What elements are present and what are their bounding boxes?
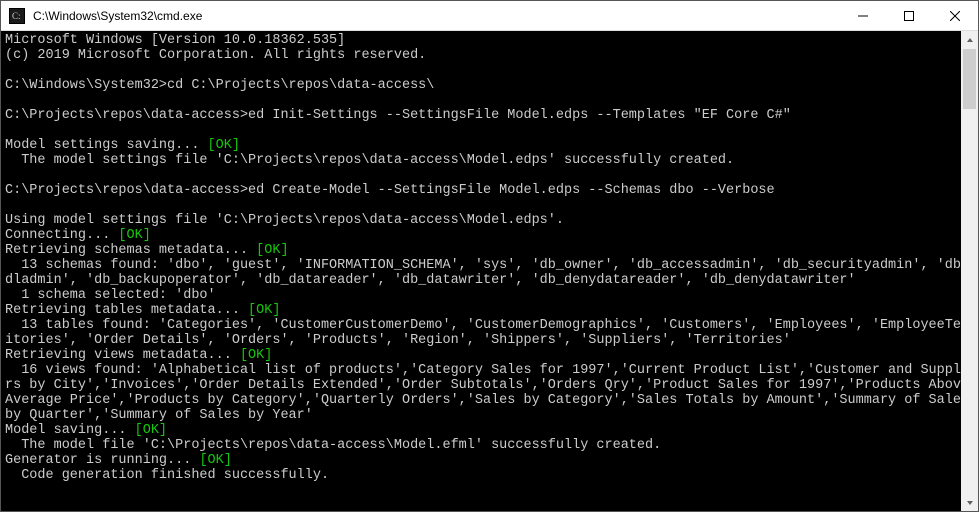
console-output[interactable]: Microsoft Windows [Version 10.0.18362.53…	[1, 31, 961, 511]
console-line	[5, 198, 961, 213]
console-line: C:\Projects\repos\data-access>ed Create-…	[5, 183, 961, 198]
console-line: Model saving... [OK]	[5, 423, 961, 438]
console-line: Retrieving views metadata... [OK]	[5, 348, 961, 363]
console-line: 13 schemas found: 'dbo', 'guest', 'INFOR…	[5, 258, 961, 273]
console-line: Using model settings file 'C:\Projects\r…	[5, 213, 961, 228]
ok-status: [OK]	[118, 228, 150, 243]
minimize-button[interactable]	[840, 1, 886, 30]
console-area: Microsoft Windows [Version 10.0.18362.53…	[1, 31, 978, 511]
console-text: Retrieving views metadata...	[5, 348, 240, 363]
console-line: by Quarter','Summary of Sales by Year'	[5, 408, 961, 423]
console-line: 16 views found: 'Alphabetical list of pr…	[5, 363, 961, 378]
console-line: 13 tables found: 'Categories', 'Customer…	[5, 318, 961, 333]
maximize-button[interactable]	[886, 1, 932, 30]
console-line: C:\Windows\System32>cd C:\Projects\repos…	[5, 78, 961, 93]
console-line: C:\Projects\repos\data-access>ed Init-Se…	[5, 108, 961, 123]
close-button[interactable]	[932, 1, 978, 30]
console-line	[5, 93, 961, 108]
vertical-scrollbar[interactable]	[961, 31, 978, 511]
console-line	[5, 168, 961, 183]
console-line: 1 schema selected: 'dbo'	[5, 288, 961, 303]
console-line: Average Price','Products by Category','Q…	[5, 393, 961, 408]
console-line: Connecting... [OK]	[5, 228, 961, 243]
scroll-thumb[interactable]	[963, 49, 976, 109]
ok-status: [OK]	[256, 243, 288, 258]
ok-status: [OK]	[240, 348, 272, 363]
console-line	[5, 123, 961, 138]
console-line: rs by City','Invoices','Order Details Ex…	[5, 378, 961, 393]
console-line: (c) 2019 Microsoft Corporation. All righ…	[5, 48, 961, 63]
window-controls	[840, 1, 978, 30]
ok-status: [OK]	[208, 138, 240, 153]
cmd-icon: C:	[9, 8, 25, 24]
console-text: Model settings saving...	[5, 138, 208, 153]
scroll-down-button[interactable]	[961, 494, 978, 511]
cmd-window: C: C:\Windows\System32\cmd.exe Microsoft…	[0, 0, 979, 512]
console-line: itories', 'Order Details', 'Orders', 'Pr…	[5, 333, 961, 348]
console-line: dladmin', 'db_backupoperator', 'db_datar…	[5, 273, 961, 288]
console-line: Code generation finished successfully.	[5, 468, 961, 483]
console-text: Retrieving tables metadata...	[5, 303, 248, 318]
ok-status: [OK]	[199, 453, 231, 468]
ok-status: [OK]	[248, 303, 280, 318]
console-line: Retrieving tables metadata... [OK]	[5, 303, 961, 318]
console-line: Retrieving schemas metadata... [OK]	[5, 243, 961, 258]
console-line: Generator is running... [OK]	[5, 453, 961, 468]
console-text: Model saving...	[5, 423, 135, 438]
console-line: The model file 'C:\Projects\repos\data-a…	[5, 438, 961, 453]
console-text: Retrieving schemas metadata...	[5, 243, 256, 258]
svg-text:C:: C:	[12, 11, 21, 21]
window-title: C:\Windows\System32\cmd.exe	[31, 9, 840, 23]
console-line	[5, 63, 961, 78]
ok-status: [OK]	[135, 423, 167, 438]
console-line: Microsoft Windows [Version 10.0.18362.53…	[5, 33, 961, 48]
console-text: Connecting...	[5, 228, 118, 243]
titlebar: C: C:\Windows\System32\cmd.exe	[1, 1, 978, 31]
console-line: The model settings file 'C:\Projects\rep…	[5, 153, 961, 168]
console-text: Generator is running...	[5, 453, 199, 468]
console-line: Model settings saving... [OK]	[5, 138, 961, 153]
scroll-up-button[interactable]	[961, 31, 978, 48]
